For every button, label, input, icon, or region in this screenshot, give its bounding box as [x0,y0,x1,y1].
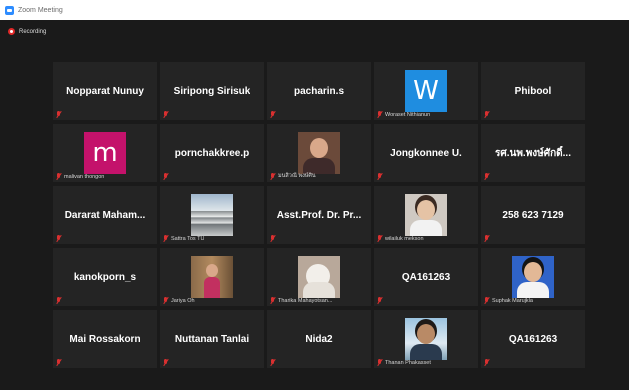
mic-muted-icon [484,297,490,304]
participant-label: Woraset Nithianun [385,111,431,118]
mic-muted-icon [377,359,383,366]
participant-name: pornchakkree.p [174,147,250,159]
recording-indicator[interactable]: Recording [8,28,46,35]
recording-label: Recording [19,28,47,35]
mic-muted-icon [377,235,383,242]
profile-photo [191,256,233,298]
participant-tile[interactable]: kanokporn_s [53,248,157,306]
participant-name: Jongkonnee U. [390,147,462,159]
participant-tile[interactable]: wilailuk mekson [374,186,478,244]
mic-muted-icon [484,359,490,366]
participant-name: Asst.Prof. Dr. Pr... [276,209,362,221]
window-titlebar: Zoom Meeting [0,0,629,20]
participant-label: Tharika Mahayotsan... [278,297,333,304]
mic-muted-icon [163,359,169,366]
window-title: Zoom Meeting [18,6,63,14]
mic-muted-icon [56,359,62,366]
mic-muted-icon [377,173,383,180]
participant-tile[interactable]: W Woraset Nithianun [374,62,478,120]
participant-name: pacharin.s [293,85,345,97]
participant-tile[interactable]: Tharika Mahayotsan... [267,248,371,306]
participant-tile[interactable]: pacharin.s [267,62,371,120]
profile-photo [405,318,447,360]
profile-avatar: W [405,70,447,112]
participant-name: Phibool [514,85,552,97]
participant-tile[interactable]: Dararat Maham... [53,186,157,244]
profile-photo [512,256,554,298]
mic-muted-icon [163,173,169,180]
profile-photo [298,256,340,298]
participant-label: Sattra Tos TU [171,235,205,242]
mic-muted-icon [484,235,490,242]
participant-name: Nida2 [305,333,333,345]
participant-name: QA161263 [401,271,451,283]
mic-muted-icon [484,173,490,180]
participant-tile[interactable]: pornchakkree.p [160,124,264,182]
mic-muted-icon [270,359,276,366]
participant-name: QA161263 [508,333,558,345]
participant-tile[interactable]: QA161263 [481,310,585,368]
participant-name: รศ.นพ.พงษ์ศักดิ์... [494,147,571,159]
participant-name: Nopparat Nunuy [66,85,144,97]
participant-tile[interactable]: Nopparat Nunuy [53,62,157,120]
participant-tile[interactable]: Jongkonnee U. [374,124,478,182]
mic-muted-icon [377,297,383,304]
mic-muted-icon [270,235,276,242]
mic-muted-icon [163,297,169,304]
participant-tile[interactable]: รศ.นพ.พงษ์ศักดิ์... [481,124,585,182]
participant-label: มนสิวณี พงษ์ศิน [278,173,316,179]
participant-tile[interactable]: Thanan Phakasset [374,310,478,368]
participant-label: Thanan Phakasset [385,359,431,366]
participant-name: Mai Rossakorn [69,333,141,345]
profile-photo [405,194,447,236]
mic-muted-icon [56,297,62,304]
participant-label: Jariya Oh [171,297,195,304]
participant-name: Siripong Sirisuk [173,85,251,97]
participant-tile[interactable]: Suphak Marujkla [481,248,585,306]
participant-tile[interactable]: Phibool [481,62,585,120]
mic-muted-icon [377,111,383,118]
mic-muted-icon [56,173,62,180]
participant-tile[interactable]: Jariya Oh [160,248,264,306]
participant-name: 258 623 7129 [502,209,564,221]
mic-muted-icon [163,111,169,118]
participant-tile[interactable]: m malivan thongon [53,124,157,182]
participant-label: Suphak Marujkla [492,297,533,304]
mic-muted-icon [484,111,490,118]
zoom-app-icon [5,5,14,15]
mic-muted-icon [163,235,169,242]
participant-tile[interactable]: 258 623 7129 [481,186,585,244]
participant-name: Nuttanan Tanlai [174,333,250,345]
participant-tile[interactable]: Nida2 [267,310,371,368]
participant-tile[interactable]: มนสิวณี พงษ์ศิน [267,124,371,182]
participant-tile[interactable]: Mai Rossakorn [53,310,157,368]
participant-tile[interactable]: QA161263 [374,248,478,306]
mic-muted-icon [270,172,276,180]
participant-name: kanokporn_s [73,271,137,283]
participant-tile[interactable]: Nuttanan Tanlai [160,310,264,368]
gallery-view: Recording Nopparat Nunuy Siripong Sirisu… [0,20,629,390]
participant-name: Dararat Maham... [64,209,146,221]
participant-tile[interactable]: Siripong Sirisuk [160,62,264,120]
participant-grid: Nopparat Nunuy Siripong Sirisuk pacharin… [53,62,585,368]
participant-tile[interactable]: Asst.Prof. Dr. Pr... [267,186,371,244]
profile-photo [191,194,233,236]
profile-avatar: m [84,132,126,174]
participant-tile[interactable]: Sattra Tos TU [160,186,264,244]
mic-muted-icon [270,111,276,118]
record-icon [8,28,15,35]
mic-muted-icon [270,297,276,304]
mic-muted-icon [56,235,62,242]
participant-label: malivan thongon [64,173,105,180]
mic-muted-icon [56,111,62,118]
participant-label: wilailuk mekson [385,235,424,242]
profile-photo [298,132,340,174]
